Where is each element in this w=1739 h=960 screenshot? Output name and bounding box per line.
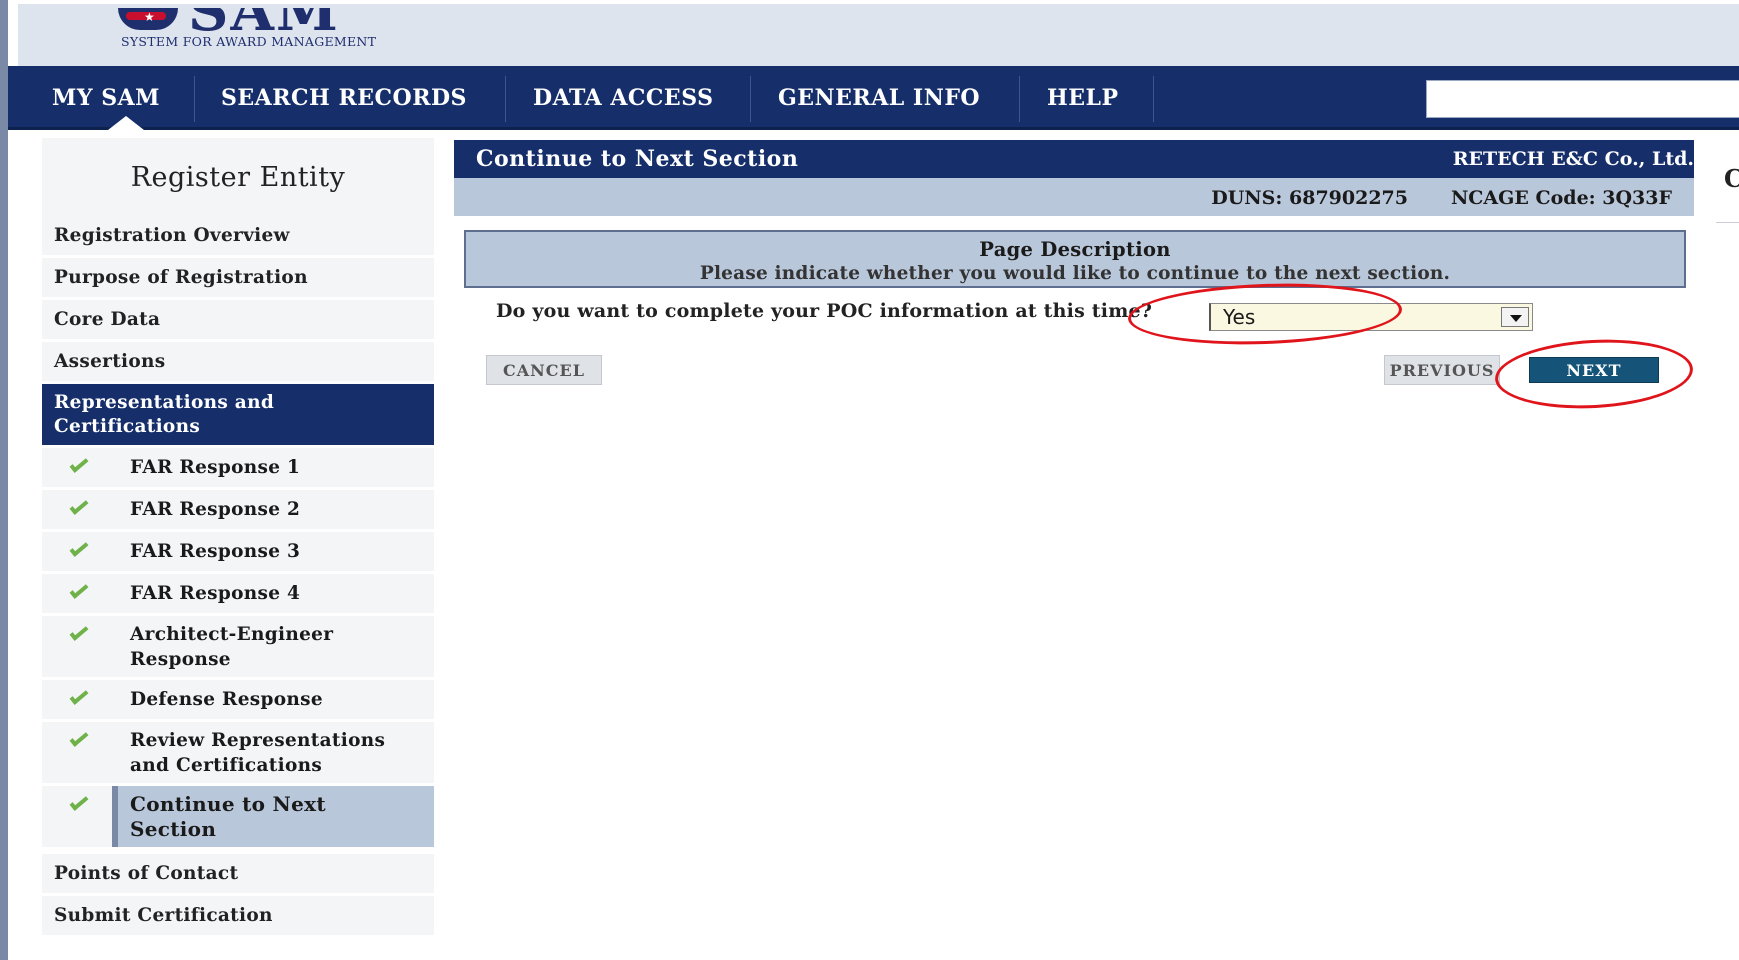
sidebar-subitem-label: Continue to Next Section	[112, 786, 434, 847]
sidebar-item-submit-certification[interactable]: Submit Certification	[42, 896, 434, 938]
poc-question-label: Do you want to complete your POC informa…	[496, 300, 1153, 322]
window-edge	[0, 0, 8, 960]
sidebar-title: Register Entity	[42, 138, 434, 216]
sidebar-item-representations-and-certifications[interactable]: Representations and Certifications	[42, 384, 434, 448]
cancel-button[interactable]: CANCEL	[486, 355, 602, 385]
sidebar-item-registration-overview[interactable]: Registration Overview	[42, 216, 434, 258]
sidebar-subitem-label: Defense Response	[112, 680, 434, 719]
section-title: Continue to Next Section	[476, 146, 799, 172]
duns-number: DUNS: 687902275	[1211, 187, 1408, 209]
poc-answer-select[interactable]: Yes	[1209, 303, 1533, 331]
sidebar-subitem-far-response-2[interactable]: FAR Response 2	[42, 490, 434, 532]
active-nav-caret-icon	[108, 116, 144, 130]
registration-sidebar: Register Entity Registration Overview Pu…	[42, 138, 434, 938]
ncage-code: NCAGE Code: 3Q33F	[1450, 187, 1672, 209]
site-header: ★ SAM SYSTEM FOR AWARD MANAGEMENT	[18, 4, 1739, 66]
sidebar-subitem-label: FAR Response 2	[112, 490, 434, 529]
divider	[1716, 222, 1739, 223]
check-icon	[69, 539, 89, 557]
sidebar-subitem-review-representations[interactable]: Review Representations and Certification…	[42, 722, 434, 786]
sidebar-subitem-label: FAR Response 3	[112, 532, 434, 571]
eagle-flag-icon: ★	[118, 8, 178, 30]
nav-help[interactable]: HELP	[1047, 66, 1119, 130]
sidebar-item-assertions[interactable]: Assertions	[42, 342, 434, 384]
section-header: Continue to Next Section RETECH E&C Co.,…	[454, 140, 1694, 178]
sidebar-item-core-data[interactable]: Core Data	[42, 300, 434, 342]
right-panel-edge-text: C	[1724, 164, 1739, 193]
check-icon	[69, 793, 89, 811]
check-icon	[69, 497, 89, 515]
nav-search-records[interactable]: SEARCH RECORDS	[221, 66, 467, 130]
sidebar-subitem-far-response-1[interactable]: FAR Response 1	[42, 448, 434, 490]
sidebar-subitem-label: FAR Response 4	[112, 574, 434, 613]
page-description-text: Please indicate whether you would like t…	[699, 263, 1451, 284]
sidebar-subitem-label: Architect-Engineer Response	[112, 616, 434, 677]
nav-data-access[interactable]: DATA ACCESS	[533, 66, 714, 130]
sidebar-subitem-far-response-4[interactable]: FAR Response 4	[42, 574, 434, 616]
entity-identifiers: DUNS: 687902275 NCAGE Code: 3Q33F	[454, 178, 1694, 216]
previous-button[interactable]: PREVIOUS	[1384, 355, 1500, 385]
sidebar-subitem-architect-engineer-response[interactable]: Architect-Engineer Response	[42, 616, 434, 680]
check-icon	[69, 729, 89, 747]
page-description-heading: Page Description	[979, 238, 1171, 261]
next-button[interactable]: NEXT	[1529, 357, 1659, 383]
sidebar-subitem-label: FAR Response 1	[112, 448, 434, 487]
logo-tagline: SYSTEM FOR AWARD MANAGEMENT	[121, 34, 377, 49]
check-icon	[69, 581, 89, 599]
sidebar-subitem-defense-response[interactable]: Defense Response	[42, 680, 434, 722]
sidebar-item-purpose-of-registration[interactable]: Purpose of Registration	[42, 258, 434, 300]
poc-answer-value: Yes	[1223, 305, 1256, 329]
sidebar-subitem-continue-to-next-section[interactable]: Continue to Next Section	[42, 786, 434, 850]
check-icon	[69, 455, 89, 473]
search-input[interactable]	[1426, 80, 1739, 118]
page-description: Page Description Please indicate whether…	[464, 230, 1686, 288]
check-icon	[69, 623, 89, 641]
chevron-down-icon[interactable]	[1501, 307, 1529, 327]
nav-general-info[interactable]: GENERAL INFO	[778, 66, 980, 130]
check-icon	[69, 687, 89, 705]
entity-name: RETECH E&C Co., Ltd.	[1452, 148, 1694, 170]
sidebar-subitem-far-response-3[interactable]: FAR Response 3	[42, 532, 434, 574]
top-navigation: MY SAM SEARCH RECORDS DATA ACCESS GENERA…	[8, 66, 1739, 130]
main-content: Continue to Next Section RETECH E&C Co.,…	[454, 140, 1694, 385]
sidebar-subitem-label: Review Representations and Certification…	[112, 722, 434, 783]
sidebar-item-points-of-contact[interactable]: Points of Contact	[42, 854, 434, 896]
